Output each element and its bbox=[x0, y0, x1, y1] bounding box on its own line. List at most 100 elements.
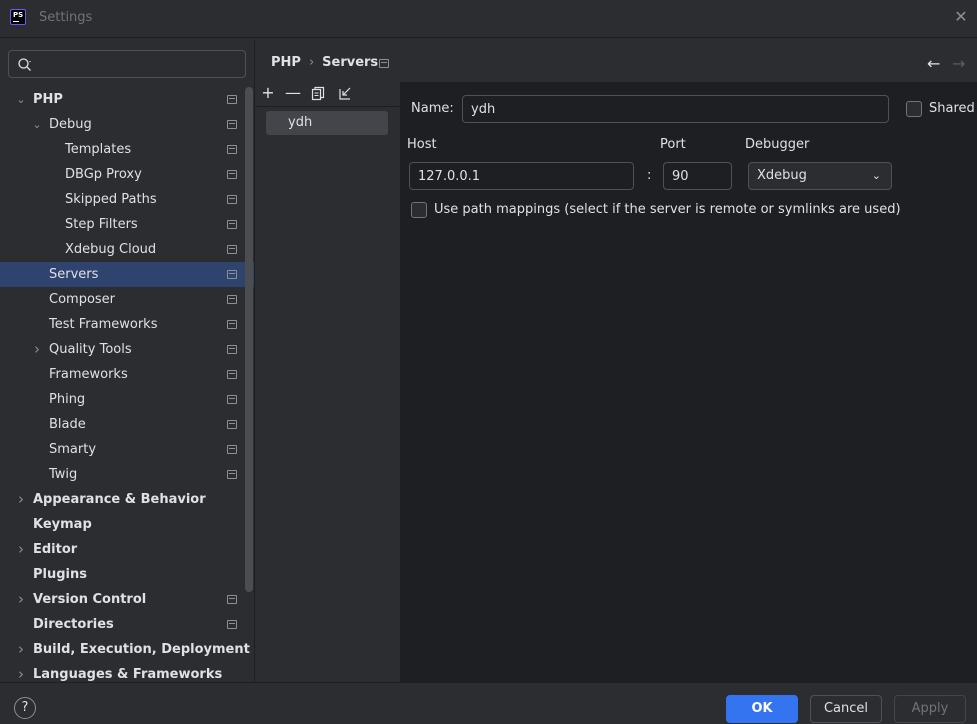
tree-item-label: Directories bbox=[33, 617, 114, 632]
search-input[interactable] bbox=[41, 54, 241, 74]
tree-item-keymap[interactable]: Keymap bbox=[0, 512, 254, 537]
back-arrow-icon[interactable]: ← bbox=[927, 54, 940, 73]
close-icon[interactable]: ✕ bbox=[953, 9, 969, 25]
chevron-right-icon[interactable]: › bbox=[14, 637, 28, 662]
tree-item-label: Frameworks bbox=[49, 367, 128, 382]
project-scope-icon bbox=[227, 445, 237, 454]
tree-item-label: Appearance & Behavior bbox=[33, 492, 206, 507]
tree-item-label: Templates bbox=[65, 142, 132, 157]
host-label: Host bbox=[407, 137, 437, 152]
tree-item-step-filters[interactable]: Step Filters bbox=[0, 212, 254, 237]
tree-item-label: Servers bbox=[49, 267, 99, 282]
breadcrumb-parent[interactable]: PHP bbox=[271, 55, 301, 70]
tree-item-label: Plugins bbox=[33, 567, 87, 582]
project-scope-icon bbox=[227, 370, 237, 379]
debugger-label: Debugger bbox=[745, 137, 810, 152]
project-scope-icon bbox=[227, 470, 237, 479]
tree-item-label: Composer bbox=[49, 292, 116, 307]
tree-item-plugins[interactable]: Plugins bbox=[0, 562, 254, 587]
tree-item-label: Debug bbox=[49, 117, 92, 132]
tree-item-dbgp-proxy[interactable]: DBGp Proxy bbox=[0, 162, 254, 187]
settings-content: PHP › Servers ← → + — ydh Name: Shared Hos… bbox=[255, 40, 977, 682]
tree-item-label: Quality Tools bbox=[49, 342, 132, 357]
tree-item-label: Build, Execution, Deployment bbox=[33, 642, 250, 657]
project-scope-icon bbox=[227, 620, 237, 629]
tree-item-test-frameworks[interactable]: Test Frameworks bbox=[0, 312, 254, 337]
tree-item-label: Xdebug Cloud bbox=[65, 242, 157, 257]
tree-item-label: PHP bbox=[33, 92, 63, 107]
cancel-button[interactable]: Cancel bbox=[810, 695, 882, 723]
ok-button[interactable]: OK bbox=[726, 695, 798, 723]
tree-item-build-execution-deployment[interactable]: › Build, Execution, Deployment bbox=[0, 637, 254, 662]
server-list-item[interactable]: ydh bbox=[266, 111, 388, 135]
tree-item-templates[interactable]: Templates bbox=[0, 137, 254, 162]
project-scope-icon bbox=[227, 145, 237, 154]
host-field[interactable] bbox=[409, 162, 634, 190]
tree-item-label: Phing bbox=[49, 392, 86, 407]
tree-item-quality-tools[interactable]: › Quality Tools bbox=[0, 337, 254, 362]
chevron-right-icon[interactable]: › bbox=[14, 487, 28, 512]
tree-item-appearance-behavior[interactable]: › Appearance & Behavior bbox=[0, 487, 254, 512]
tree-item-label: Version Control bbox=[33, 592, 147, 607]
chevron-right-icon[interactable]: › bbox=[30, 337, 44, 362]
tree-item-skipped-paths[interactable]: Skipped Paths bbox=[0, 187, 254, 212]
breadcrumb-separator: › bbox=[308, 55, 315, 70]
tree-item-servers[interactable]: Servers bbox=[0, 262, 254, 287]
servers-toolbar: + — bbox=[255, 82, 400, 106]
tree-item-directories[interactable]: Directories bbox=[0, 612, 254, 637]
tree-item-version-control[interactable]: › Version Control bbox=[0, 587, 254, 612]
name-label: Name: bbox=[411, 101, 454, 116]
shared-checkbox[interactable] bbox=[906, 101, 922, 117]
tree-item-label: Twig bbox=[49, 467, 78, 482]
servers-list: ydh bbox=[255, 106, 400, 682]
add-icon[interactable]: + bbox=[259, 84, 277, 104]
title-bar: PS Settings ✕ bbox=[0, 0, 977, 38]
project-scope-icon bbox=[227, 395, 237, 404]
tree-item-label: Blade bbox=[49, 417, 86, 432]
tree-item-label: Languages & Frameworks bbox=[33, 667, 223, 681]
dialog-footer: ? OK Cancel Apply bbox=[0, 682, 977, 724]
tree-item-php[interactable]: ⌄ PHP bbox=[0, 87, 254, 112]
tree-item-languages-frameworks[interactable]: › Languages & Frameworks bbox=[0, 662, 254, 681]
chevron-down-icon[interactable]: ⌄ bbox=[30, 112, 44, 137]
tree-item-twig[interactable]: Twig bbox=[0, 462, 254, 487]
copy-icon[interactable] bbox=[311, 86, 325, 101]
forward-arrow-icon[interactable]: → bbox=[952, 54, 965, 73]
window-title: Settings bbox=[39, 10, 93, 25]
tree-item-label: Skipped Paths bbox=[65, 192, 157, 207]
tree-item-xdebug-cloud[interactable]: Xdebug Cloud bbox=[0, 237, 254, 262]
chevron-right-icon[interactable]: › bbox=[14, 537, 28, 562]
project-scope-icon bbox=[227, 420, 237, 429]
chevron-right-icon[interactable]: › bbox=[14, 587, 28, 612]
chevron-down-icon[interactable]: ⌄ bbox=[14, 87, 28, 112]
tree-item-label: Editor bbox=[33, 542, 78, 557]
tree-item-editor[interactable]: › Editor bbox=[0, 537, 254, 562]
apply-button[interactable]: Apply bbox=[894, 695, 966, 723]
import-icon[interactable] bbox=[338, 86, 353, 101]
tree-scrollbar-thumb[interactable] bbox=[245, 87, 253, 592]
tree-item-debug[interactable]: ⌄ Debug bbox=[0, 112, 254, 137]
project-scope-icon bbox=[227, 320, 237, 329]
project-scope-icon bbox=[379, 59, 389, 68]
tree-item-label: Test Frameworks bbox=[49, 317, 158, 332]
project-scope-icon bbox=[227, 95, 237, 104]
tree-item-frameworks[interactable]: Frameworks bbox=[0, 362, 254, 387]
tree-item-blade[interactable]: Blade bbox=[0, 412, 254, 437]
project-scope-icon bbox=[227, 120, 237, 129]
settings-search[interactable] bbox=[8, 50, 246, 78]
path-mappings-checkbox[interactable] bbox=[411, 202, 427, 218]
project-scope-icon bbox=[227, 270, 237, 279]
project-scope-icon bbox=[227, 595, 237, 604]
chevron-right-icon[interactable]: › bbox=[14, 662, 28, 681]
help-button[interactable]: ? bbox=[14, 697, 36, 719]
name-field[interactable] bbox=[462, 95, 889, 123]
port-label: Port bbox=[660, 137, 686, 152]
project-scope-icon bbox=[227, 345, 237, 354]
remove-icon[interactable]: — bbox=[284, 84, 302, 104]
tree-item-label: DBGp Proxy bbox=[65, 167, 142, 182]
tree-item-smarty[interactable]: Smarty bbox=[0, 437, 254, 462]
tree-item-composer[interactable]: Composer bbox=[0, 287, 254, 312]
tree-item-phing[interactable]: Phing bbox=[0, 387, 254, 412]
port-field[interactable] bbox=[663, 162, 732, 190]
debugger-select[interactable]: Xdebug ⌄ bbox=[748, 162, 892, 190]
